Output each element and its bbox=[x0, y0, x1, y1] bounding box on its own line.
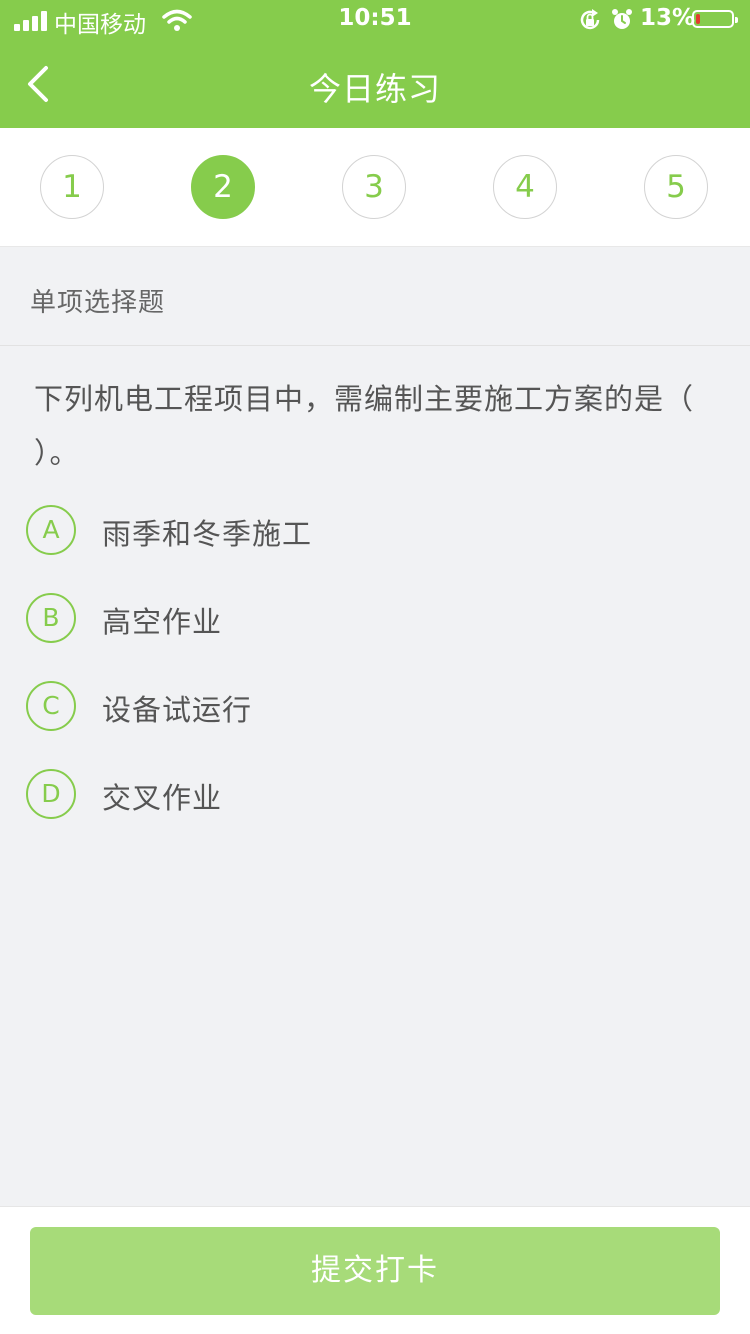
option-c[interactable]: C 设备试运行 bbox=[26, 679, 716, 735]
option-d[interactable]: D 交叉作业 bbox=[26, 767, 716, 823]
option-d-text: 交叉作业 bbox=[102, 781, 223, 815]
question-type-section: 单项选择题 bbox=[0, 248, 750, 346]
question-tab-1[interactable]: 1 bbox=[40, 155, 104, 219]
clock: 10:51 bbox=[338, 5, 412, 31]
footer-bar: 提交打卡 bbox=[0, 1206, 750, 1334]
option-c-text: 设备试运行 bbox=[102, 693, 253, 727]
question-tab-3[interactable]: 3 bbox=[342, 155, 406, 219]
option-d-letter: D bbox=[26, 769, 76, 819]
option-a-letter: A bbox=[26, 505, 76, 555]
question-text: 下列机电工程项目中，需编制主要施工方案的是（ ）。 bbox=[34, 382, 695, 470]
alarm-icon bbox=[612, 9, 632, 29]
option-c-letter: C bbox=[26, 681, 76, 731]
question-tab-5[interactable]: 5 bbox=[644, 155, 708, 219]
battery-level-fill bbox=[696, 14, 700, 24]
orientation-lock-icon bbox=[580, 9, 600, 30]
option-a-text: 雨季和冬季施工 bbox=[102, 517, 313, 551]
status-bar: 中国移动 10:51 13% bbox=[0, 0, 750, 40]
option-a[interactable]: A 雨季和冬季施工 bbox=[26, 503, 716, 559]
battery-percent: 13% bbox=[640, 5, 696, 31]
app-header: 中国移动 10:51 13% 今日练习 bbox=[0, 0, 750, 128]
question-number-tabs: 1 2 3 4 5 bbox=[0, 128, 750, 247]
battery-icon bbox=[692, 10, 738, 28]
question-type-label: 单项选择题 bbox=[30, 288, 166, 318]
question-tab-4[interactable]: 4 bbox=[493, 155, 557, 219]
option-b-letter: B bbox=[26, 593, 76, 643]
question-tab-2[interactable]: 2 bbox=[191, 155, 255, 219]
page-title: 今日练习 bbox=[308, 70, 441, 108]
option-b[interactable]: B 高空作业 bbox=[26, 591, 716, 647]
option-b-text: 高空作业 bbox=[102, 605, 223, 639]
submit-checkin-button[interactable]: 提交打卡 bbox=[30, 1227, 720, 1315]
